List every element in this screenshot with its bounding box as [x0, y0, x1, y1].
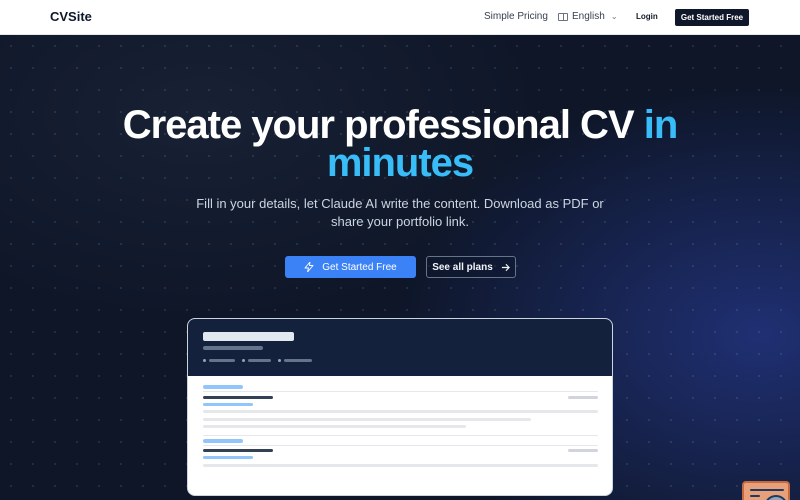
cv-entry-company	[203, 403, 253, 406]
hero-title-accent-in: in	[643, 103, 679, 147]
get-started-button[interactable]: Get Started Free	[285, 256, 416, 278]
language-selector[interactable]: English ⌄	[558, 11, 618, 22]
get-started-label: Get Started Free	[322, 261, 397, 273]
cv-preview-card	[187, 318, 613, 496]
cv-section-rule	[203, 435, 598, 436]
cv-contact-dot	[242, 359, 245, 362]
cv-entry-date	[568, 396, 598, 399]
cv-section-heading	[203, 385, 243, 389]
brand-logo[interactable]: CVSite	[50, 9, 92, 24]
hero-title-accent-minutes: minutes	[326, 141, 474, 185]
nav-link-pricing[interactable]: Simple Pricing	[484, 11, 548, 22]
widget-avatar	[764, 495, 788, 500]
cv-section-rule	[203, 391, 598, 392]
cv-entry-date	[568, 449, 598, 452]
widget-line	[750, 489, 784, 491]
see-all-plans-button[interactable]: See all plans	[426, 256, 516, 278]
cv-text-line	[203, 464, 598, 467]
cv-contact-dot	[278, 359, 281, 362]
cv-text-line	[203, 410, 598, 413]
see-all-plans-label: See all plans	[432, 261, 493, 273]
hero-section: Create your professional CV in minutes F…	[0, 35, 800, 500]
header-get-started-button[interactable]: Get Started Free	[675, 9, 749, 26]
cv-contact-dot	[203, 359, 206, 362]
cv-text-line	[203, 425, 466, 428]
cv-section-heading	[203, 439, 243, 443]
cv-entry-company	[203, 456, 253, 459]
cv-text-line	[203, 418, 531, 421]
language-label: English	[572, 11, 605, 22]
chevron-down-icon: ⌄	[610, 12, 618, 21]
widget-line	[750, 495, 760, 497]
cv-contact-placeholder	[248, 359, 271, 362]
cv-name-placeholder	[203, 332, 294, 341]
cv-section-rule	[203, 445, 598, 446]
arrow-right-icon	[501, 263, 510, 271]
language-icon	[558, 12, 568, 21]
cv-contact-placeholder	[284, 359, 312, 362]
cv-entry-title	[203, 449, 273, 452]
lightning-icon	[304, 262, 314, 272]
help-widget-icon[interactable]	[742, 481, 790, 500]
hero-subtitle: Fill in your details, let Claude AI writ…	[196, 196, 604, 229]
hero-title: Create your professional CV in	[0, 105, 800, 145]
top-navbar: CVSite Simple Pricing English ⌄ Login Ge…	[0, 0, 800, 35]
cv-entry-title	[203, 396, 273, 399]
cv-preview-header	[188, 319, 612, 376]
cv-role-placeholder	[203, 346, 263, 350]
login-link[interactable]: Login	[636, 12, 658, 21]
cv-contact-placeholder	[209, 359, 235, 362]
